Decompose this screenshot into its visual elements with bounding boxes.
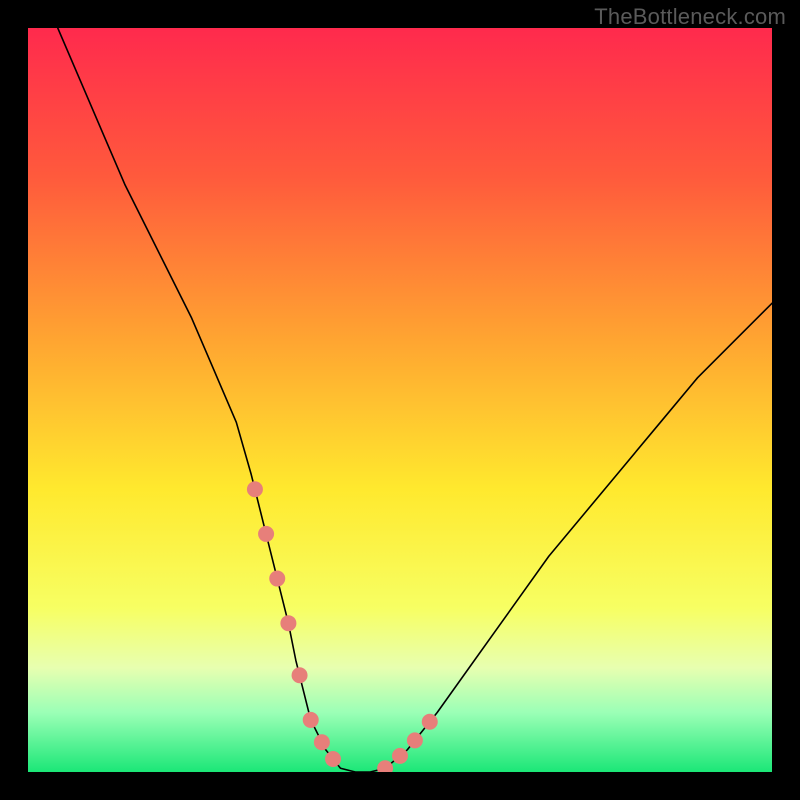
curve-marker: [269, 571, 285, 587]
chart-container: TheBottleneck.com: [0, 0, 800, 800]
curve-marker: [292, 667, 308, 683]
gradient-background: [28, 28, 772, 772]
curve-marker: [392, 748, 408, 764]
bottleneck-chart-svg: [28, 28, 772, 772]
curve-marker: [407, 732, 423, 748]
curve-marker: [303, 712, 319, 728]
plot-area: [28, 28, 772, 772]
curve-marker: [422, 714, 438, 730]
curve-marker: [314, 734, 330, 750]
watermark-text: TheBottleneck.com: [594, 4, 786, 30]
curve-marker: [247, 481, 263, 497]
curve-marker: [325, 751, 341, 767]
curve-marker: [280, 615, 296, 631]
curve-marker: [258, 526, 274, 542]
